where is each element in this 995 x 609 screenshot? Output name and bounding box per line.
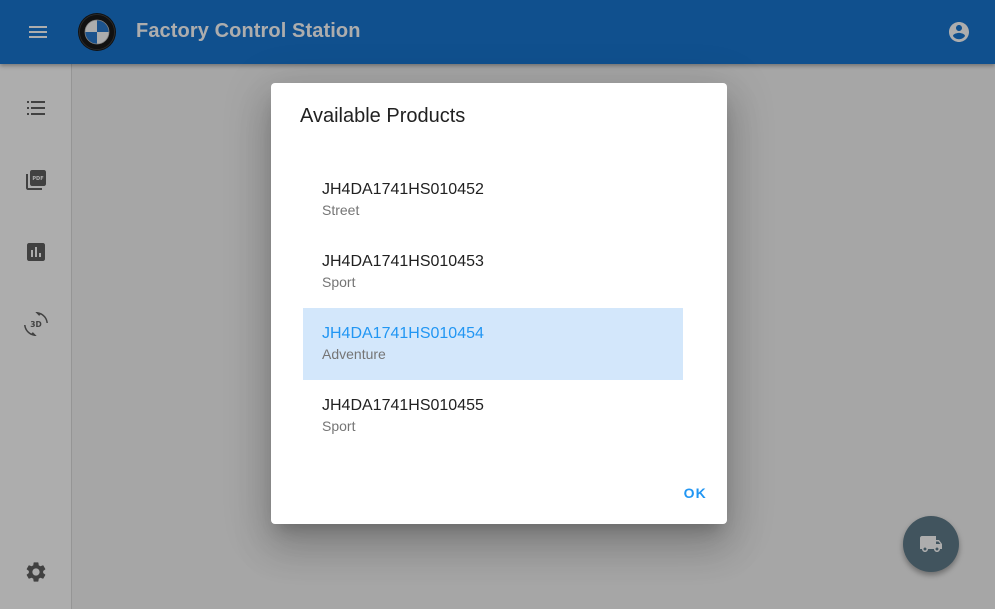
product-list-item[interactable]: JH4DA1741HS010455 Sport [303, 380, 683, 452]
product-list-item[interactable]: JH4DA1741HS010453 Sport [303, 236, 683, 308]
product-type: Sport [322, 274, 356, 290]
product-list-item[interactable]: JH4DA1741HS010452 Street [303, 164, 683, 236]
product-list: JH4DA1741HS010452 Street JH4DA1741HS0104… [303, 164, 683, 452]
product-id: JH4DA1741HS010453 [322, 253, 484, 270]
product-id: JH4DA1741HS010455 [322, 397, 484, 414]
dialog-title: Available Products [300, 105, 466, 127]
product-id: JH4DA1741HS010454 [322, 325, 484, 342]
product-type: Street [322, 202, 360, 218]
available-products-dialog: Available Products JH4DA1741HS010452 Str… [271, 83, 727, 524]
ok-button[interactable]: OK [684, 485, 707, 501]
product-type: Sport [322, 418, 356, 434]
product-type: Adventure [322, 346, 386, 362]
product-list-item-selected[interactable]: JH4DA1741HS010454 Adventure [303, 308, 683, 380]
product-id: JH4DA1741HS010452 [322, 181, 484, 198]
